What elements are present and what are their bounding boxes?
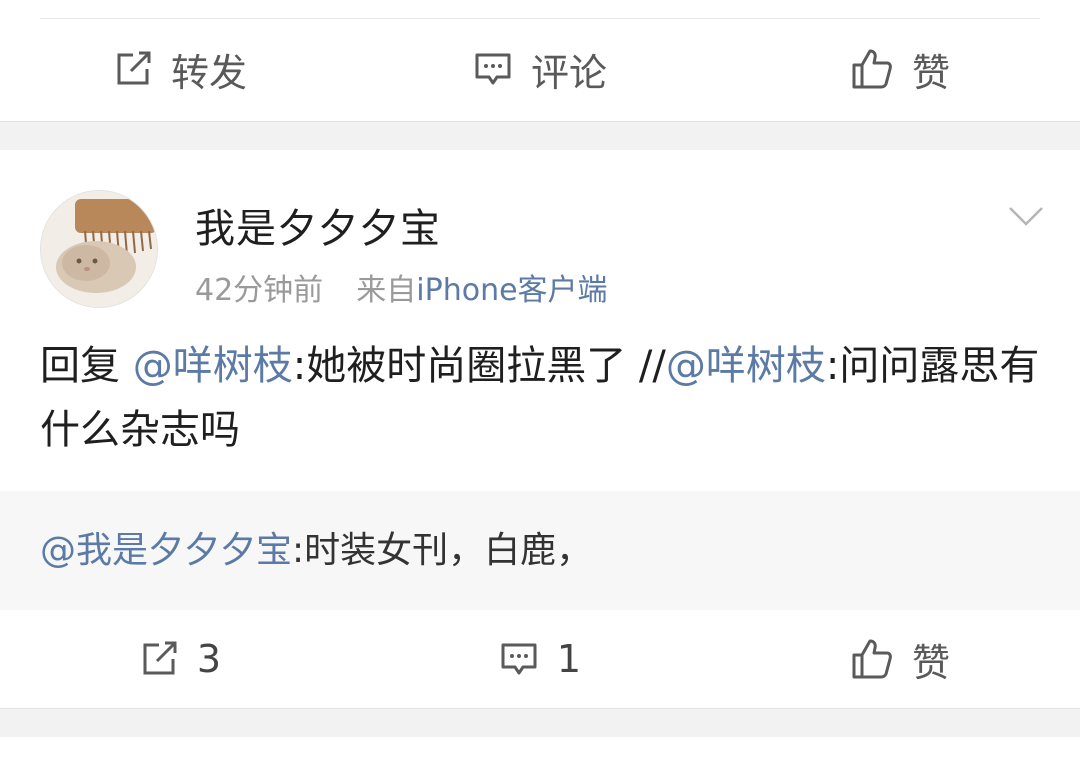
- like-label: 赞: [911, 640, 950, 685]
- repost-count: 3: [196, 637, 222, 681]
- source-link[interactable]: iPhone客户端: [416, 273, 607, 308]
- mention-link[interactable]: @我是夕夕夕宝: [40, 530, 292, 571]
- chevron-down-icon: [1009, 207, 1043, 226]
- reply-content: :时装女刊，白鹿，: [292, 530, 593, 571]
- hamster-avatar-image: [41, 191, 157, 307]
- source-prefix: 来自: [356, 273, 417, 308]
- thumbs-up-icon: [850, 637, 894, 681]
- mention-link[interactable]: @咩树枝: [133, 343, 293, 389]
- comment-icon: [499, 639, 539, 679]
- weibo-post-card: 我是夕夕夕宝 42分钟前 来自iPhone客户端 回复 @咩树枝:她被时尚圈拉黑…: [0, 0, 1080, 778]
- reply-prefix: 回复: [40, 343, 120, 389]
- post-meta: 42分钟前 来自iPhone客户端: [195, 265, 608, 309]
- like-button[interactable]: 赞: [720, 632, 1080, 687]
- username[interactable]: 我是夕夕夕宝: [195, 196, 441, 254]
- post-content: :她被时尚圈拉黑了 //: [292, 343, 666, 389]
- mention-link[interactable]: @咩树枝: [666, 343, 826, 389]
- quoted-reply[interactable]: @我是夕夕夕宝:时装女刊，白鹿，: [0, 491, 1080, 610]
- next-post-top: [0, 737, 1080, 778]
- section-gap: [0, 708, 1080, 738]
- more-options-button[interactable]: [1008, 204, 1044, 232]
- avatar[interactable]: [40, 190, 158, 308]
- post-time: 42分钟前: [195, 273, 324, 308]
- comment-count: 1: [556, 637, 582, 681]
- post-action-bar: 3 1 赞: [0, 610, 1080, 708]
- comment-button[interactable]: 1: [360, 637, 720, 681]
- reply-text: @我是夕夕夕宝:时装女刊，白鹿，: [40, 521, 592, 573]
- repost-icon: [139, 639, 179, 679]
- post-text: 回复 @咩树枝:她被时尚圈拉黑了 //@咩树枝:问问露思有什么杂志吗: [40, 334, 1040, 462]
- repost-button[interactable]: 3: [0, 637, 360, 681]
